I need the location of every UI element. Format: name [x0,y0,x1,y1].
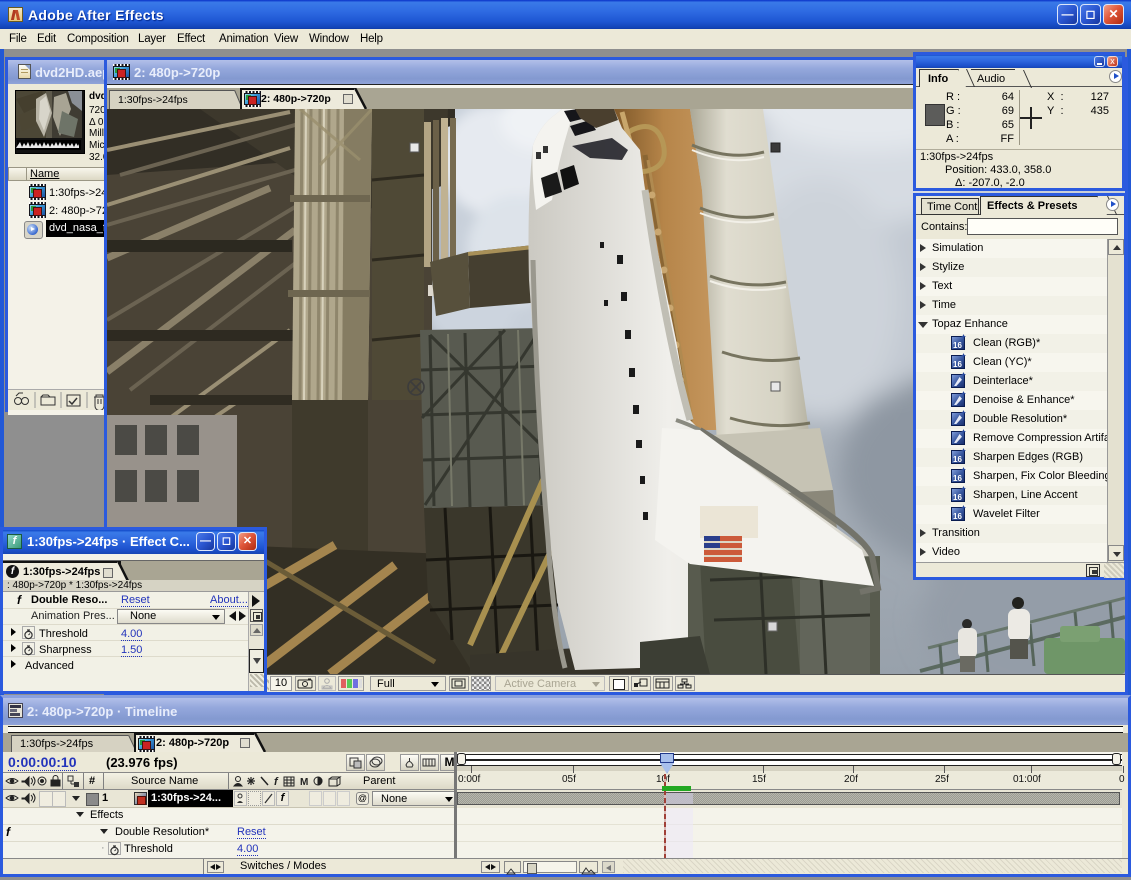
svg-text:f: f [274,776,279,788]
svg-text:M: M [300,777,308,788]
